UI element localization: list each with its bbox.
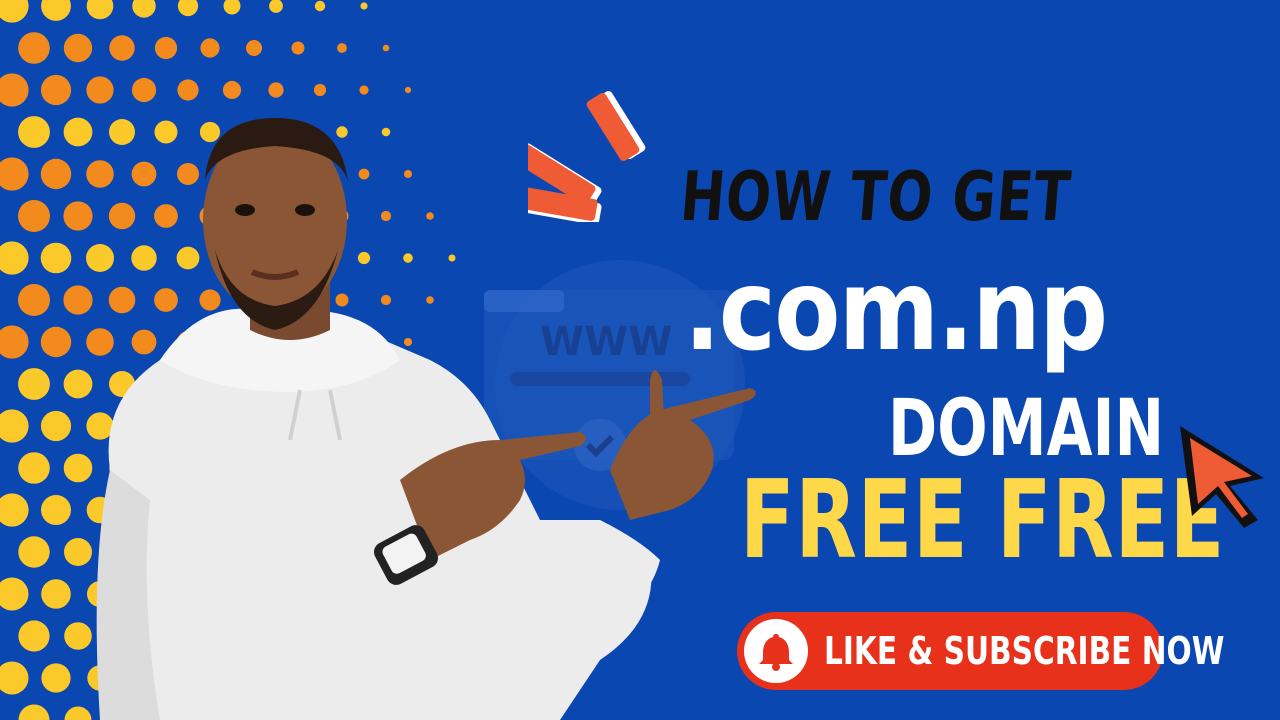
subscribe-button[interactable]: LIKE & SUBSCRIBE NOW bbox=[737, 612, 1224, 690]
subscribe-label: LIKE & SUBSCRIBE NOW bbox=[824, 629, 1225, 673]
bell-icon bbox=[744, 619, 808, 683]
burst-lines bbox=[528, 91, 646, 222]
mouse-cursor-icon bbox=[1180, 426, 1264, 528]
